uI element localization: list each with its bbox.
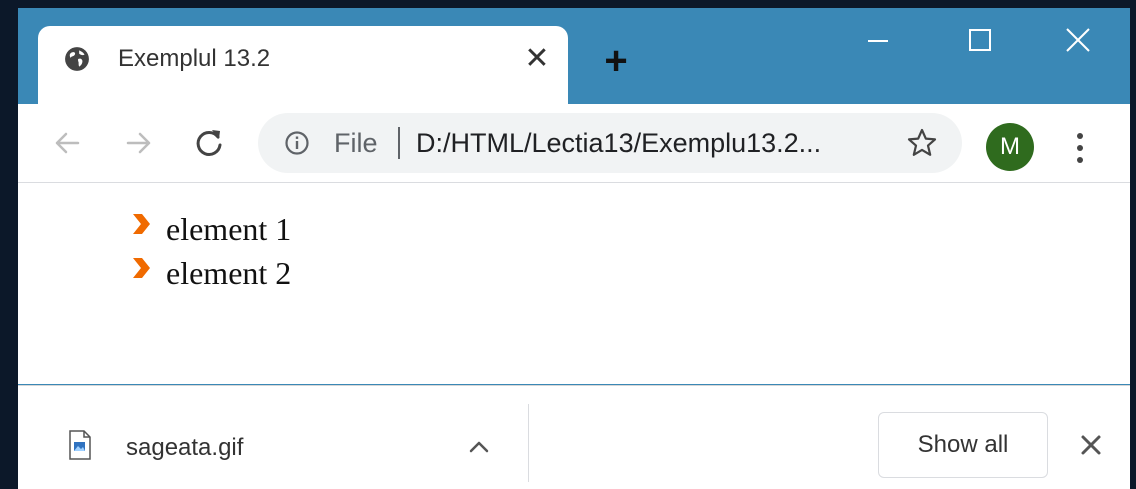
orange-chevron-right-icon — [133, 258, 150, 278]
info-icon[interactable] — [284, 130, 310, 156]
reload-icon[interactable] — [192, 126, 226, 160]
shelf-divider — [528, 404, 529, 482]
list-item: element 2 — [130, 251, 291, 295]
new-tab-button[interactable]: + — [598, 41, 634, 81]
back-arrow-icon[interactable] — [50, 126, 84, 160]
minimize-icon[interactable] — [858, 26, 898, 56]
bullet-list: element 1 element 2 — [130, 207, 291, 295]
forward-arrow-icon[interactable] — [122, 126, 156, 160]
list-item-label: element 1 — [166, 211, 292, 247]
image-file-icon[interactable] — [68, 430, 92, 460]
close-shelf-icon[interactable] — [1076, 430, 1106, 460]
list-item-label: element 2 — [166, 255, 292, 291]
download-file-name[interactable]: sageata.gif — [126, 434, 243, 462]
url-text[interactable]: D:/HTML/Lectia13/Exemplu13.2... — [416, 128, 821, 158]
active-tab[interactable]: Exemplul 13.2 ✕ — [38, 26, 568, 104]
page-content: element 1 element 2 — [18, 183, 1130, 384]
scheme-separator — [398, 127, 400, 159]
tab-close-icon[interactable]: ✕ — [522, 44, 552, 74]
url-scheme-label: File — [334, 128, 378, 158]
orange-chevron-right-icon — [133, 214, 150, 234]
maximize-icon[interactable] — [960, 26, 1000, 56]
browser-window: Exemplul 13.2 ✕ + File D:/HTML/Lectia13/… — [18, 8, 1130, 489]
tab-title: Exemplul 13.2 — [118, 45, 271, 72]
download-shelf: sageata.gif Show all — [18, 385, 1130, 489]
bookmark-star-icon[interactable] — [906, 127, 938, 159]
profile-avatar[interactable]: M — [986, 123, 1034, 171]
more-vertical-icon[interactable] — [1068, 128, 1092, 168]
browser-toolbar: File D:/HTML/Lectia13/Exemplu13.2... M — [18, 104, 1130, 183]
window-close-icon[interactable] — [1058, 26, 1098, 56]
address-bar[interactable]: File D:/HTML/Lectia13/Exemplu13.2... — [258, 113, 962, 173]
show-all-button[interactable]: Show all — [878, 412, 1048, 478]
chevron-up-icon[interactable] — [466, 436, 492, 456]
globe-icon — [65, 47, 89, 71]
list-item: element 1 — [130, 207, 291, 251]
